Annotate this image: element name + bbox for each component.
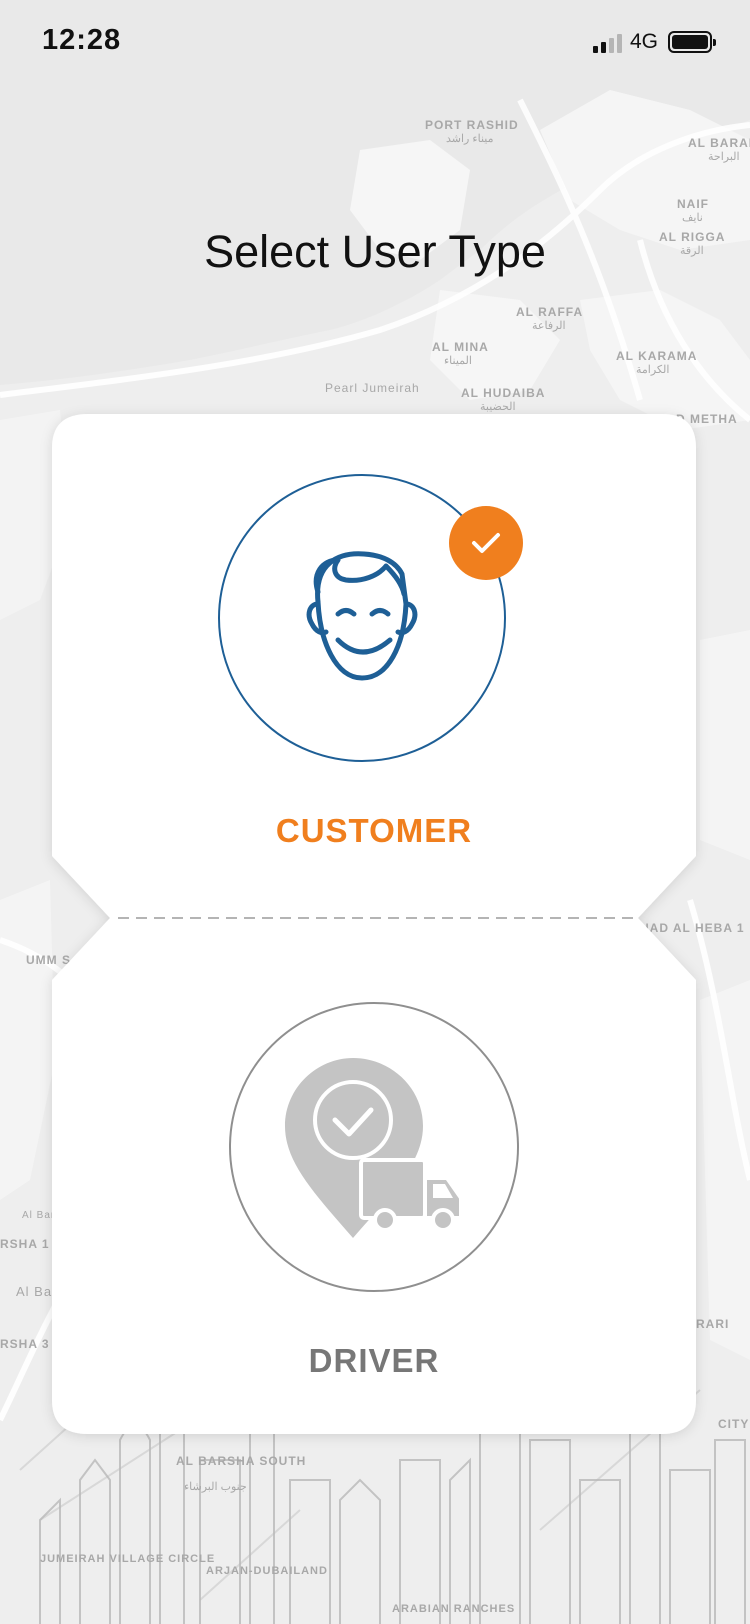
driver-label: DRIVER: [308, 1342, 440, 1379]
customer-option[interactable]: CUSTOMER: [52, 414, 696, 884]
driver-avatar-ring: [229, 1002, 519, 1292]
selected-check-badge: [449, 506, 523, 580]
check-icon: [472, 533, 500, 553]
driver-truck-location-icon: [285, 1058, 463, 1238]
driver-option[interactable]: DRIVER: [52, 950, 696, 1420]
customer-label: CUSTOMER: [275, 812, 473, 849]
